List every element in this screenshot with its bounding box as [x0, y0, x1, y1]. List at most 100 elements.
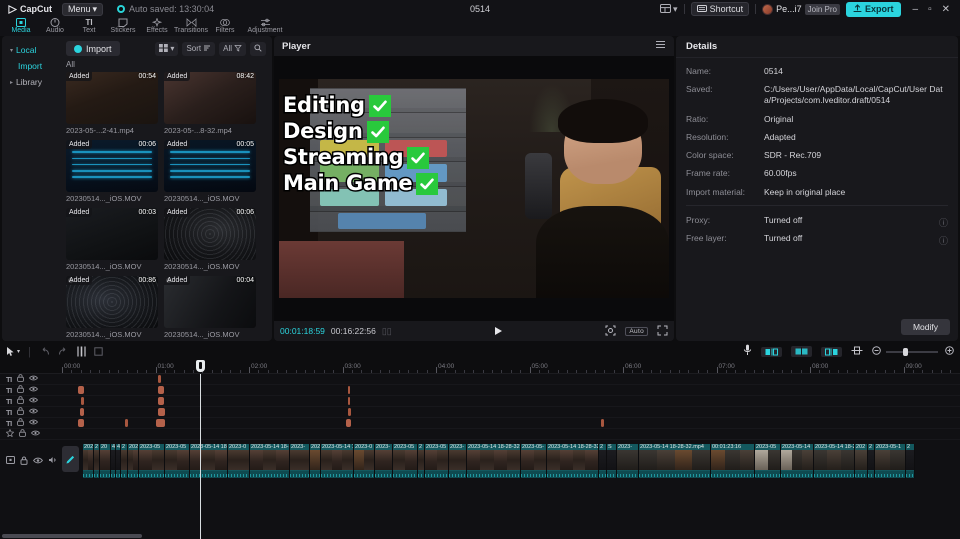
tab-media[interactable]: Media — [4, 18, 38, 35]
split-left-button[interactable] — [761, 346, 782, 357]
adjust-clip-icon[interactable] — [851, 346, 863, 358]
video-clip[interactable]: 2023-05-14 18-2 — [250, 444, 290, 478]
eye-icon[interactable] — [28, 386, 38, 394]
media-thumbnail[interactable]: Added 00:06 — [66, 140, 158, 192]
overlay-line[interactable]: Design — [282, 118, 438, 145]
redo-button[interactable] — [58, 347, 69, 356]
overlay-line[interactable]: Main Game — [281, 170, 439, 197]
zoom-slider[interactable] — [872, 345, 954, 358]
playhead-handle[interactable] — [196, 360, 205, 372]
video-clip[interactable]: 2023-05 — [393, 444, 418, 478]
select-tool-button[interactable]: ▾ — [6, 346, 20, 357]
video-clip[interactable]: 2 — [418, 444, 425, 478]
text-clip[interactable] — [78, 419, 84, 427]
media-thumbnail[interactable]: Added 00:06 — [164, 208, 256, 260]
ratio-button[interactable]: Auto — [625, 326, 648, 336]
media-thumbnail[interactable]: Added 08:42 — [164, 72, 256, 124]
media-item[interactable]: Added 00:05 20230514..._iOS.MOV — [164, 140, 256, 203]
media-item[interactable]: Added 08:42 2023-05-...8-32.mp4 — [164, 72, 256, 135]
track-lane[interactable] — [62, 385, 960, 395]
timeline-hscrollbar[interactable] — [0, 534, 960, 539]
sidebar-item-import[interactable]: Import — [6, 58, 60, 74]
lock-icon[interactable] — [16, 407, 24, 417]
microphone-icon[interactable] — [743, 344, 752, 359]
media-thumbnail[interactable]: Added 00:05 — [164, 140, 256, 192]
crop-icon[interactable] — [605, 325, 616, 338]
join-pro-badge[interactable]: Join Pro — [804, 3, 840, 15]
play-button[interactable] — [495, 327, 503, 335]
split-button[interactable] — [77, 346, 86, 357]
video-clip[interactable]: S — [607, 444, 617, 478]
text-clip[interactable] — [81, 397, 84, 405]
video-clip[interactable]: 2023-05-14 18-2 — [814, 444, 855, 478]
eye-icon[interactable] — [28, 408, 38, 416]
video-clip[interactable]: 00:01:23:16 — [711, 444, 755, 478]
current-timecode[interactable]: 00:01:18:59 — [280, 326, 325, 336]
text-clip[interactable] — [156, 419, 165, 427]
menu-button[interactable]: Menu ▾ — [62, 2, 104, 16]
filter-all-button[interactable]: All — [219, 41, 246, 56]
lock-icon[interactable] — [16, 396, 24, 406]
media-thumbnail[interactable]: Added 00:03 — [66, 208, 158, 260]
video-clip[interactable]: 2023-05 — [425, 444, 449, 478]
zoom-slider-track[interactable] — [886, 347, 938, 356]
media-item[interactable]: Added 00:03 20230514..._iOS.MOV — [66, 208, 158, 271]
video-clip[interactable]: 2023- — [290, 444, 310, 478]
video-clip[interactable]: 202 — [310, 444, 321, 478]
media-item[interactable]: Added 00:04 20230514..._iOS.MOV — [164, 276, 256, 339]
sidebar-item-local[interactable]: ▾ Local — [6, 42, 60, 58]
media-item[interactable]: Added 00:06 20230514..._iOS.MOV — [66, 140, 158, 203]
video-clip[interactable]: 2023-05-14 18-28-32.mp4 — [639, 444, 711, 478]
close-button[interactable]: ✕ — [942, 4, 950, 15]
media-item[interactable]: Added 00:06 20230514..._iOS.MOV — [164, 208, 256, 271]
video-clip[interactable]: 2023- — [449, 444, 467, 478]
text-clip[interactable] — [346, 419, 351, 427]
zoom-slider-knob[interactable] — [903, 347, 908, 356]
tab-stickers[interactable]: Stickers — [106, 18, 140, 35]
layout-switch-button[interactable]: ▾ — [660, 3, 678, 15]
video-clip[interactable]: 2 — [599, 444, 607, 478]
video-clip[interactable]: 202 — [83, 444, 94, 478]
text-clip[interactable] — [348, 408, 351, 416]
info-icon[interactable]: ⓘ — [939, 216, 948, 229]
video-clip[interactable]: 2023-05 — [165, 444, 190, 478]
minimize-button[interactable]: – — [913, 4, 919, 15]
text-clip[interactable] — [601, 419, 604, 427]
tab-effects[interactable]: Effects — [140, 18, 174, 35]
sidebar-item-library[interactable]: ▸ Library — [6, 74, 60, 90]
video-clip[interactable]: 20 — [100, 444, 111, 478]
account-button[interactable]: Pe...i7 Join Pro — [762, 3, 840, 15]
video-clip[interactable]: 2023-0 — [228, 444, 250, 478]
timeline-ruler[interactable]: 00:00 01:00 02:00 03:00 04:00 05:00 06:00 07:00… — [0, 360, 960, 374]
video-clip[interactable]: 202 — [855, 444, 868, 478]
info-icon[interactable]: ⓘ — [939, 234, 948, 247]
track-lane[interactable] — [62, 374, 960, 384]
text-clip[interactable] — [80, 408, 84, 416]
eye-icon[interactable] — [28, 375, 38, 383]
sort-button[interactable]: Sort — [182, 41, 216, 56]
video-clip[interactable]: 2023-05 — [755, 444, 781, 478]
video-clip[interactable]: 2023-05-14 18-28-32.m — [547, 444, 599, 478]
video-clip[interactable]: 2023-05-14 18 — [190, 444, 228, 478]
tab-transitions[interactable]: Transitions — [174, 18, 208, 35]
zoom-in-icon[interactable] — [945, 345, 954, 358]
track-lane[interactable] — [62, 429, 960, 439]
eye-icon[interactable] — [32, 457, 44, 466]
lock-icon[interactable] — [19, 429, 26, 439]
video-clip[interactable]: 202 — [128, 444, 139, 478]
text-clip[interactable] — [158, 386, 164, 394]
search-button[interactable] — [250, 41, 266, 56]
tab-adjustment[interactable]: Adjustment — [242, 18, 288, 35]
edit-clip-button[interactable] — [62, 446, 79, 472]
modify-button[interactable]: Modify — [900, 319, 950, 335]
lock-icon[interactable] — [16, 374, 24, 384]
volume-icon[interactable] — [48, 456, 58, 466]
fullscreen-icon[interactable] — [657, 325, 668, 338]
video-clip[interactable]: 2023-0 — [354, 444, 375, 478]
video-clip[interactable]: 2023- — [375, 444, 393, 478]
overlay-line[interactable]: Editing — [282, 92, 438, 119]
video-clip[interactable]: 2023-05-1 — [875, 444, 906, 478]
track-lane[interactable] — [62, 396, 960, 406]
media-thumbnail[interactable]: Added 00:04 — [164, 276, 256, 328]
zoom-out-icon[interactable] — [872, 345, 881, 358]
